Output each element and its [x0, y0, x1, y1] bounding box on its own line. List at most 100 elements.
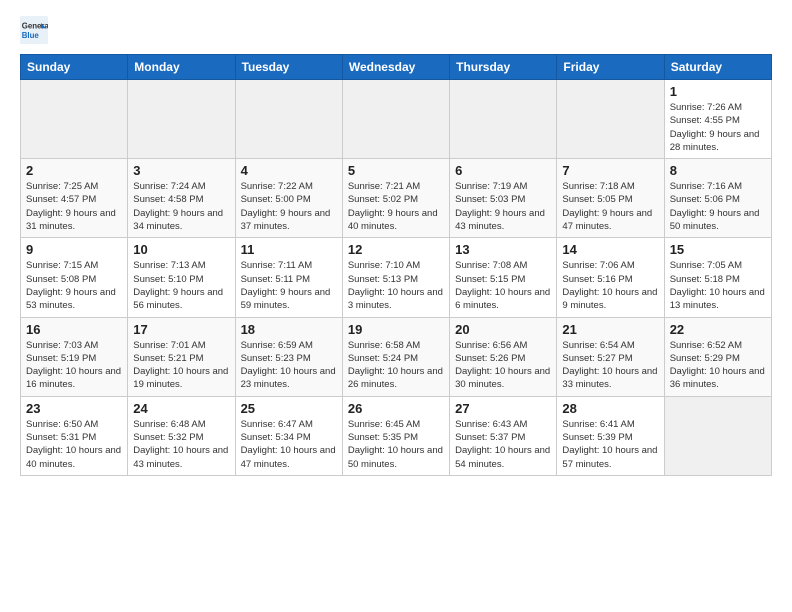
day-info: Sunrise: 7:10 AM Sunset: 5:13 PM Dayligh… — [348, 259, 444, 312]
day-info: Sunrise: 6:59 AM Sunset: 5:23 PM Dayligh… — [241, 339, 337, 392]
calendar-cell: 7 Sunrise: 7:18 AM Sunset: 5:05 PM Daylig… — [557, 159, 664, 238]
day-number: 7 — [562, 163, 658, 178]
calendar-cell: 15 Sunrise: 7:05 AM Sunset: 5:18 PM Dayli… — [664, 238, 771, 317]
page: General Blue SundayMondayTuesdayWednesda… — [0, 0, 792, 492]
calendar-cell: 28 Sunrise: 6:41 AM Sunset: 5:39 PM Dayli… — [557, 396, 664, 475]
col-header-sunday: Sunday — [21, 55, 128, 80]
day-number: 19 — [348, 322, 444, 337]
day-number: 8 — [670, 163, 766, 178]
col-header-friday: Friday — [557, 55, 664, 80]
day-number: 16 — [26, 322, 122, 337]
day-info: Sunrise: 7:15 AM Sunset: 5:08 PM Dayligh… — [26, 259, 122, 312]
calendar-week-row: 1 Sunrise: 7:26 AM Sunset: 4:55 PM Daylig… — [21, 80, 772, 159]
day-number: 9 — [26, 242, 122, 257]
svg-text:General: General — [22, 21, 48, 30]
day-number: 22 — [670, 322, 766, 337]
calendar-cell: 3 Sunrise: 7:24 AM Sunset: 4:58 PM Daylig… — [128, 159, 235, 238]
day-number: 6 — [455, 163, 551, 178]
calendar-cell: 4 Sunrise: 7:22 AM Sunset: 5:00 PM Daylig… — [235, 159, 342, 238]
day-number: 1 — [670, 84, 766, 99]
day-number: 20 — [455, 322, 551, 337]
calendar-week-row: 23 Sunrise: 6:50 AM Sunset: 5:31 PM Dayli… — [21, 396, 772, 475]
day-info: Sunrise: 6:50 AM Sunset: 5:31 PM Dayligh… — [26, 418, 122, 471]
header: General Blue — [20, 16, 772, 44]
day-info: Sunrise: 7:22 AM Sunset: 5:00 PM Dayligh… — [241, 180, 337, 233]
calendar-cell — [557, 80, 664, 159]
calendar-cell: 23 Sunrise: 6:50 AM Sunset: 5:31 PM Dayli… — [21, 396, 128, 475]
calendar-cell: 27 Sunrise: 6:43 AM Sunset: 5:37 PM Dayli… — [450, 396, 557, 475]
day-info: Sunrise: 7:11 AM Sunset: 5:11 PM Dayligh… — [241, 259, 337, 312]
day-info: Sunrise: 6:58 AM Sunset: 5:24 PM Dayligh… — [348, 339, 444, 392]
calendar-cell — [235, 80, 342, 159]
day-number: 11 — [241, 242, 337, 257]
day-info: Sunrise: 7:16 AM Sunset: 5:06 PM Dayligh… — [670, 180, 766, 233]
calendar-cell: 21 Sunrise: 6:54 AM Sunset: 5:27 PM Dayli… — [557, 317, 664, 396]
calendar-cell: 12 Sunrise: 7:10 AM Sunset: 5:13 PM Dayli… — [342, 238, 449, 317]
calendar-header-row: SundayMondayTuesdayWednesdayThursdayFrid… — [21, 55, 772, 80]
svg-text:Blue: Blue — [22, 31, 40, 40]
day-info: Sunrise: 6:41 AM Sunset: 5:39 PM Dayligh… — [562, 418, 658, 471]
calendar-cell: 11 Sunrise: 7:11 AM Sunset: 5:11 PM Dayli… — [235, 238, 342, 317]
calendar-cell: 14 Sunrise: 7:06 AM Sunset: 5:16 PM Dayli… — [557, 238, 664, 317]
day-info: Sunrise: 7:26 AM Sunset: 4:55 PM Dayligh… — [670, 101, 766, 154]
logo: General Blue — [20, 16, 52, 44]
calendar-cell — [128, 80, 235, 159]
calendar-cell: 24Sunrise: 6:48 AM Sunset: 5:32 PM Dayli… — [128, 396, 235, 475]
day-number: 4 — [241, 163, 337, 178]
day-number: 28 — [562, 401, 658, 416]
col-header-saturday: Saturday — [664, 55, 771, 80]
day-number: 12 — [348, 242, 444, 257]
calendar-cell: 20 Sunrise: 6:56 AM Sunset: 5:26 PM Dayli… — [450, 317, 557, 396]
day-number: 26 — [348, 401, 444, 416]
day-info: Sunrise: 7:05 AM Sunset: 5:18 PM Dayligh… — [670, 259, 766, 312]
calendar-cell: 25Sunrise: 6:47 AM Sunset: 5:34 PM Dayli… — [235, 396, 342, 475]
calendar-week-row: 9 Sunrise: 7:15 AM Sunset: 5:08 PM Daylig… — [21, 238, 772, 317]
day-info: Sunrise: 7:19 AM Sunset: 5:03 PM Dayligh… — [455, 180, 551, 233]
day-number: 23 — [26, 401, 122, 416]
day-info: Sunrise: 6:45 AM Sunset: 5:35 PM Dayligh… — [348, 418, 444, 471]
day-info: Sunrise: 6:43 AM Sunset: 5:37 PM Dayligh… — [455, 418, 551, 471]
calendar-cell: 2 Sunrise: 7:25 AM Sunset: 4:57 PM Daylig… — [21, 159, 128, 238]
day-number: 24 — [133, 401, 229, 416]
logo-icon: General Blue — [20, 16, 48, 44]
day-number: 21 — [562, 322, 658, 337]
calendar-cell: 8 Sunrise: 7:16 AM Sunset: 5:06 PM Daylig… — [664, 159, 771, 238]
day-info: Sunrise: 6:56 AM Sunset: 5:26 PM Dayligh… — [455, 339, 551, 392]
day-info: Sunrise: 6:54 AM Sunset: 5:27 PM Dayligh… — [562, 339, 658, 392]
calendar-cell: 13 Sunrise: 7:08 AM Sunset: 5:15 PM Dayli… — [450, 238, 557, 317]
day-info: Sunrise: 7:08 AM Sunset: 5:15 PM Dayligh… — [455, 259, 551, 312]
calendar-cell: 10Sunrise: 7:13 AM Sunset: 5:10 PM Dayli… — [128, 238, 235, 317]
calendar-cell: 16 Sunrise: 7:03 AM Sunset: 5:19 PM Dayli… — [21, 317, 128, 396]
day-number: 17 — [133, 322, 229, 337]
calendar-table: SundayMondayTuesdayWednesdayThursdayFrid… — [20, 54, 772, 476]
calendar-week-row: 2 Sunrise: 7:25 AM Sunset: 4:57 PM Daylig… — [21, 159, 772, 238]
calendar-cell — [664, 396, 771, 475]
day-number: 25 — [241, 401, 337, 416]
day-info: Sunrise: 7:25 AM Sunset: 4:57 PM Dayligh… — [26, 180, 122, 233]
day-number: 2 — [26, 163, 122, 178]
day-number: 27 — [455, 401, 551, 416]
day-info: Sunrise: 7:24 AM Sunset: 4:58 PM Dayligh… — [133, 180, 229, 233]
day-number: 14 — [562, 242, 658, 257]
col-header-monday: Monday — [128, 55, 235, 80]
day-info: Sunrise: 7:13 AM Sunset: 5:10 PM Dayligh… — [133, 259, 229, 312]
day-info: Sunrise: 7:06 AM Sunset: 5:16 PM Dayligh… — [562, 259, 658, 312]
calendar-cell: 9 Sunrise: 7:15 AM Sunset: 5:08 PM Daylig… — [21, 238, 128, 317]
day-number: 15 — [670, 242, 766, 257]
day-info: Sunrise: 7:03 AM Sunset: 5:19 PM Dayligh… — [26, 339, 122, 392]
calendar-cell — [450, 80, 557, 159]
day-number: 3 — [133, 163, 229, 178]
calendar-cell: 17Sunrise: 7:01 AM Sunset: 5:21 PM Dayli… — [128, 317, 235, 396]
day-info: Sunrise: 7:18 AM Sunset: 5:05 PM Dayligh… — [562, 180, 658, 233]
calendar-cell: 1 Sunrise: 7:26 AM Sunset: 4:55 PM Daylig… — [664, 80, 771, 159]
day-number: 18 — [241, 322, 337, 337]
calendar-cell: 19 Sunrise: 6:58 AM Sunset: 5:24 PM Dayli… — [342, 317, 449, 396]
calendar-cell — [342, 80, 449, 159]
day-number: 13 — [455, 242, 551, 257]
day-info: Sunrise: 7:21 AM Sunset: 5:02 PM Dayligh… — [348, 180, 444, 233]
col-header-wednesday: Wednesday — [342, 55, 449, 80]
day-number: 5 — [348, 163, 444, 178]
day-info: Sunrise: 6:52 AM Sunset: 5:29 PM Dayligh… — [670, 339, 766, 392]
calendar-week-row: 16 Sunrise: 7:03 AM Sunset: 5:19 PM Dayli… — [21, 317, 772, 396]
calendar-cell: 5 Sunrise: 7:21 AM Sunset: 5:02 PM Daylig… — [342, 159, 449, 238]
